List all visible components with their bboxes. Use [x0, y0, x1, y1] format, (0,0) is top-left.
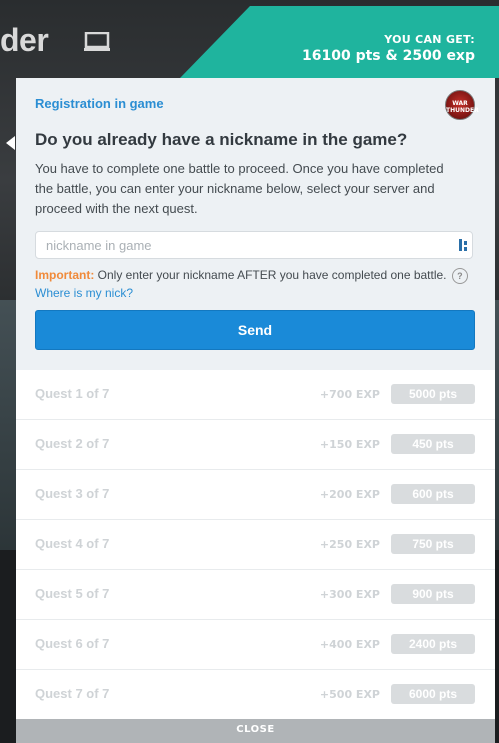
help-icon[interactable]: ? [451, 267, 468, 284]
quest-row[interactable]: Quest 7 of 7 +500 EXP 6000 pts [16, 670, 495, 720]
quest-list: Quest 1 of 7 +700 EXP 5000 pts Quest 2 o… [16, 370, 495, 720]
quest-exp: +400 EXP [319, 638, 380, 651]
important-text: Only enter your nickname AFTER you have … [94, 268, 447, 282]
quest-exp: +200 EXP [319, 488, 380, 501]
quest-exp: +500 EXP [319, 688, 380, 701]
nickname-question: Do you already have a nickname in the ga… [35, 130, 408, 149]
quest-points-badge: 5000 pts [391, 384, 475, 404]
quest-name: Quest 6 of 7 [35, 636, 110, 651]
quest-exp: +150 EXP [319, 438, 380, 451]
registration-section: Registration in game WAR THUNDER Do you … [16, 78, 495, 370]
quest-points-badge: 750 pts [391, 534, 475, 554]
reward-label: YOU CAN GET: [384, 33, 475, 46]
quest-row[interactable]: Quest 1 of 7 +700 EXP 5000 pts [16, 370, 495, 420]
quest-exp: +700 EXP [319, 388, 380, 401]
quest-row[interactable]: Quest 6 of 7 +400 EXP 2400 pts [16, 620, 495, 670]
quest-panel: Registration in game WAR THUNDER Do you … [16, 78, 495, 743]
quest-exp: +300 EXP [319, 588, 380, 601]
game-logo-icon: WAR THUNDER [445, 90, 479, 120]
pointer-arrow-icon [6, 136, 15, 150]
reward-value: 16100 pts & 2500 exp [302, 48, 475, 64]
quest-name: Quest 1 of 7 [35, 386, 110, 401]
background-title: der [0, 22, 49, 58]
game-logo-text: WAR THUNDER [446, 100, 479, 114]
quest-name: Quest 7 of 7 [35, 686, 110, 701]
registration-title: Registration in game [35, 96, 164, 111]
nickname-input[interactable] [35, 231, 473, 259]
quest-name: Quest 4 of 7 [35, 536, 110, 551]
quest-row[interactable]: Quest 5 of 7 +300 EXP 900 pts [16, 570, 495, 620]
quest-row[interactable]: Quest 4 of 7 +250 EXP 750 pts [16, 520, 495, 570]
important-label: Important: [35, 268, 95, 282]
quest-points-badge: 600 pts [391, 484, 475, 504]
quest-points-badge: 6000 pts [391, 684, 475, 704]
quest-name: Quest 2 of 7 [35, 436, 110, 451]
quest-name: Quest 5 of 7 [35, 586, 110, 601]
important-note: Important: Only enter your nickname AFTE… [35, 266, 475, 302]
registration-description: You have to complete one battle to proce… [35, 161, 444, 216]
quest-points-badge: 900 pts [391, 584, 475, 604]
quest-row[interactable]: Quest 2 of 7 +150 EXP 450 pts [16, 420, 495, 470]
close-button[interactable]: CLOSE [16, 719, 495, 743]
quest-exp: +250 EXP [319, 538, 380, 551]
password-manager-icon [459, 239, 467, 251]
monitor-icon [84, 32, 110, 51]
quest-name: Quest 3 of 7 [35, 486, 110, 501]
quest-points-badge: 2400 pts [391, 634, 475, 654]
send-button[interactable]: Send [35, 310, 475, 350]
quest-row[interactable]: Quest 3 of 7 +200 EXP 600 pts [16, 470, 495, 520]
where-is-my-nick-link[interactable]: Where is my nick? [35, 286, 133, 300]
quest-points-badge: 450 pts [391, 434, 475, 454]
